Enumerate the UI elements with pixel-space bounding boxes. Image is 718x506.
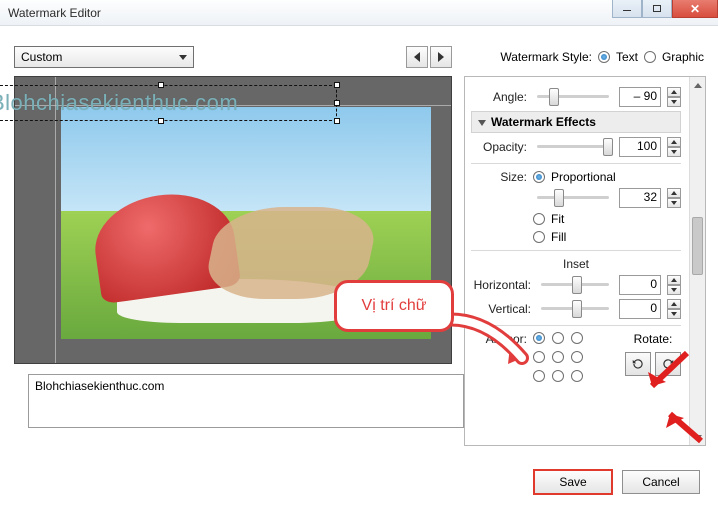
triangle-left-icon bbox=[414, 52, 420, 62]
watermark-effects-header[interactable]: Watermark Effects bbox=[471, 111, 681, 133]
anchor-radio-mr[interactable] bbox=[571, 351, 583, 363]
save-button[interactable]: Save bbox=[534, 470, 612, 494]
watermark-text-input[interactable]: Blohchiasekienthuc.com bbox=[28, 374, 464, 428]
size-value-input[interactable]: 32 bbox=[619, 188, 661, 208]
disclosure-triangle-icon bbox=[478, 120, 486, 126]
resize-handle[interactable] bbox=[334, 118, 340, 124]
size-slider[interactable] bbox=[533, 188, 613, 208]
opacity-slider[interactable] bbox=[533, 137, 613, 157]
inset-horizontal-spinner[interactable] bbox=[667, 275, 681, 295]
resize-handle[interactable] bbox=[334, 82, 340, 88]
anchor-radio-bc[interactable] bbox=[552, 370, 564, 382]
inset-horizontal-input[interactable]: 0 bbox=[619, 275, 661, 295]
scrollbar-thumb[interactable] bbox=[692, 217, 703, 275]
cancel-button[interactable]: Cancel bbox=[622, 470, 700, 494]
anchor-radio-tr[interactable] bbox=[571, 332, 583, 344]
opacity-label: Opacity: bbox=[471, 140, 527, 154]
preview-nav bbox=[406, 46, 452, 68]
dialog-buttons: Save Cancel bbox=[534, 470, 700, 494]
watermark-style-label: Watermark Style: bbox=[500, 50, 592, 64]
size-label: Size: bbox=[471, 170, 527, 184]
size-fit-radio[interactable] bbox=[533, 213, 545, 225]
size-fill-label: Fill bbox=[551, 230, 566, 244]
angle-label: Angle: bbox=[471, 90, 527, 104]
save-button-label: Save bbox=[559, 475, 586, 489]
anchor-radio-br[interactable] bbox=[571, 370, 583, 382]
titlebar: Watermark Editor bbox=[0, 0, 718, 26]
cancel-button-label: Cancel bbox=[642, 475, 679, 489]
watermark-style-row: Watermark Style: Text Graphic bbox=[500, 50, 704, 64]
annotation-arrow-2 bbox=[656, 406, 706, 446]
watermark-style-graphic-label: Graphic bbox=[662, 50, 704, 64]
window-buttons: ✕ bbox=[612, 0, 718, 18]
resize-handle[interactable] bbox=[158, 82, 164, 88]
inset-header: Inset bbox=[471, 257, 681, 271]
inset-vertical-input[interactable]: 0 bbox=[619, 299, 661, 319]
angle-slider[interactable] bbox=[533, 87, 613, 107]
window-title: Watermark Editor bbox=[8, 6, 101, 20]
opacity-value-input[interactable]: 100 bbox=[619, 137, 661, 157]
anchor-radio-tc[interactable] bbox=[552, 332, 564, 344]
maximize-button[interactable] bbox=[642, 0, 672, 18]
preset-select[interactable]: Custom bbox=[14, 46, 194, 68]
resize-handle[interactable] bbox=[334, 100, 340, 106]
preset-selected: Custom bbox=[21, 50, 62, 64]
watermark-style-graphic-radio[interactable] bbox=[644, 51, 656, 63]
annotation-callout-text: Vị trí chữ bbox=[362, 297, 427, 315]
opacity-spinner[interactable] bbox=[667, 137, 681, 157]
next-image-button[interactable] bbox=[430, 46, 452, 68]
watermark-text-overlay: Blohchiasekienthuc.com bbox=[0, 90, 238, 116]
size-proportional-label: Proportional bbox=[551, 170, 616, 184]
watermark-style-text-label: Text bbox=[616, 50, 638, 64]
triangle-right-icon bbox=[438, 52, 444, 62]
minimize-button[interactable] bbox=[612, 0, 642, 18]
size-fill-radio[interactable] bbox=[533, 231, 545, 243]
watermark-text-value: Blohchiasekienthuc.com bbox=[35, 379, 164, 393]
close-button[interactable]: ✕ bbox=[672, 0, 718, 18]
annotation-callout: Vị trí chữ bbox=[334, 280, 454, 332]
chevron-down-icon bbox=[179, 55, 187, 60]
annotation-arrow-1 bbox=[632, 348, 692, 398]
resize-handle[interactable] bbox=[158, 118, 164, 124]
inset-vertical-spinner[interactable] bbox=[667, 299, 681, 319]
size-fit-label: Fit bbox=[551, 212, 564, 226]
anchor-grid bbox=[533, 332, 587, 386]
watermark-style-text-radio[interactable] bbox=[598, 51, 610, 63]
anchor-radio-mc[interactable] bbox=[552, 351, 564, 363]
size-spinner[interactable] bbox=[667, 188, 681, 208]
effects-header-label: Watermark Effects bbox=[491, 115, 596, 129]
size-proportional-radio[interactable] bbox=[533, 171, 545, 183]
top-row: Custom Watermark Style: Text Graphic bbox=[0, 26, 718, 76]
inset-vertical-slider[interactable] bbox=[537, 299, 613, 319]
rotate-label: Rotate: bbox=[625, 332, 681, 346]
inset-horizontal-label: Horizontal: bbox=[471, 278, 531, 292]
prev-image-button[interactable] bbox=[406, 46, 428, 68]
watermark-selection[interactable]: Blohchiasekienthuc.com bbox=[0, 85, 337, 121]
angle-value-input[interactable]: – 90 bbox=[619, 87, 661, 107]
angle-spinner[interactable] bbox=[667, 87, 681, 107]
scroll-up-icon bbox=[694, 83, 702, 88]
inset-horizontal-slider[interactable] bbox=[537, 275, 613, 295]
